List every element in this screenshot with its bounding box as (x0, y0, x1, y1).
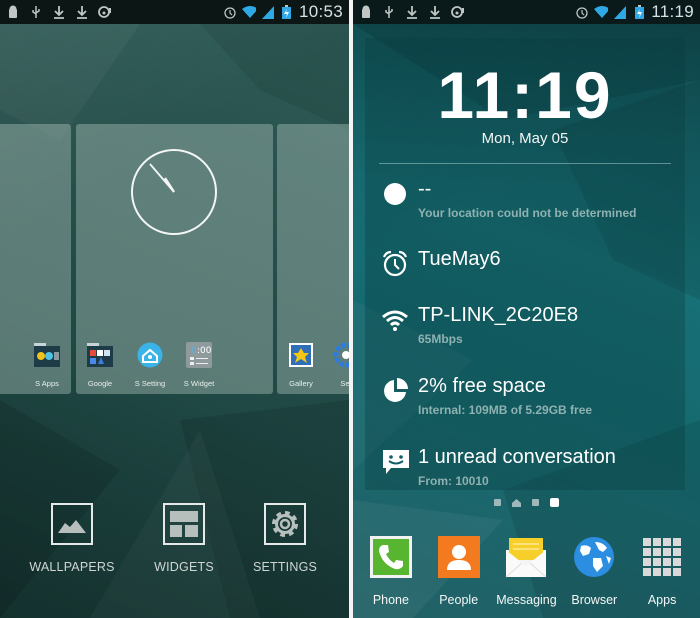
google-folder-icon (87, 343, 113, 367)
app-shortcut[interactable]: Set (319, 342, 349, 388)
settings-button[interactable]: SETTINGS (230, 503, 340, 574)
home-screen: 11:19 11:19 Mon, May 05 -- Your location… (353, 0, 700, 618)
alarm-icon (575, 5, 589, 19)
weather-circle-icon (381, 180, 409, 208)
apps-grid-icon (643, 538, 682, 576)
gallery-icon (289, 343, 313, 367)
widget-separator (379, 163, 671, 164)
android-debug-icon (359, 5, 373, 19)
signal-icon (261, 5, 275, 19)
app-shortcut[interactable]: Google (73, 342, 127, 388)
wifi-icon (381, 306, 409, 334)
chat-smiley-icon (381, 448, 409, 476)
download-icon (75, 5, 89, 19)
widget-clock-time: 11:19 (437, 58, 613, 132)
dock-phone[interactable]: Phone (359, 536, 423, 607)
usb-icon (29, 5, 43, 19)
alarm-clock-icon (381, 250, 409, 278)
home-page-icon[interactable] (512, 498, 521, 507)
analog-clock-widget (131, 149, 217, 235)
usb-icon (382, 5, 396, 19)
download-icon (405, 5, 419, 19)
info-widget[interactable]: 11:19 Mon, May 05 -- Your location could… (365, 38, 685, 490)
status-time: 10:53 (298, 2, 343, 21)
home-page-preview-left[interactable]: S Apps (0, 124, 71, 394)
pie-chart-icon (381, 377, 409, 405)
battery-charging-icon (632, 5, 646, 19)
wifi-icon (241, 5, 256, 19)
android-debug-icon (6, 5, 20, 19)
people-icon (437, 536, 480, 578)
page-dot[interactable] (494, 499, 501, 506)
dock-people[interactable]: People (427, 536, 491, 607)
phone-icon (369, 536, 412, 578)
widgets-icon (163, 503, 205, 545)
app-shortcut[interactable]: 0:00 S Widget (172, 342, 226, 388)
home-page-preview-right[interactable]: Gallery Set (277, 124, 349, 394)
alarm-icon (223, 5, 237, 19)
status-time: 11:19 (651, 2, 694, 21)
app-shortcut[interactable]: S Apps (20, 342, 74, 388)
wallpaper-icon (51, 503, 93, 545)
wifi-icon (594, 5, 609, 19)
messaging-icon (506, 538, 547, 578)
status-bar: 10:53 (0, 0, 349, 24)
screenshot-icon (98, 5, 112, 19)
dock-apps[interactable]: Apps (630, 536, 694, 607)
download-icon (428, 5, 442, 19)
dock-messaging[interactable]: Messaging (494, 536, 558, 607)
page-indicator (353, 498, 700, 507)
settings-icon (264, 503, 306, 545)
dock-browser[interactable]: Browser (562, 536, 626, 607)
download-icon (52, 5, 66, 19)
battery-charging-icon (280, 5, 294, 19)
browser-globe-icon (574, 537, 615, 577)
s-widget-icon: 0:00 (186, 342, 212, 368)
wallpapers-button[interactable]: WALLPAPERS (17, 503, 127, 574)
settings-gear-icon (333, 342, 349, 368)
home-edit-screen: 10:53 S Apps Google S Setting 0:00 S Wid… (0, 0, 349, 618)
page-dot[interactable] (532, 499, 539, 506)
home-page-preview-center[interactable]: Google S Setting 0:00 S Widget (76, 124, 273, 394)
screenshot-icon (451, 5, 465, 19)
widget-date: Mon, May 05 (481, 130, 569, 147)
signal-icon (613, 5, 627, 19)
dock: Phone People Messaging Browser Apps (353, 536, 700, 607)
svg-text::00: :00 (197, 346, 212, 356)
widgets-button[interactable]: WIDGETS (129, 503, 239, 574)
app-shortcut[interactable]: S Setting (123, 342, 177, 388)
s-apps-folder-icon (34, 343, 60, 367)
s-setting-icon (137, 342, 163, 368)
page-dot-active[interactable] (550, 498, 559, 507)
status-bar: 11:19 (353, 0, 700, 24)
